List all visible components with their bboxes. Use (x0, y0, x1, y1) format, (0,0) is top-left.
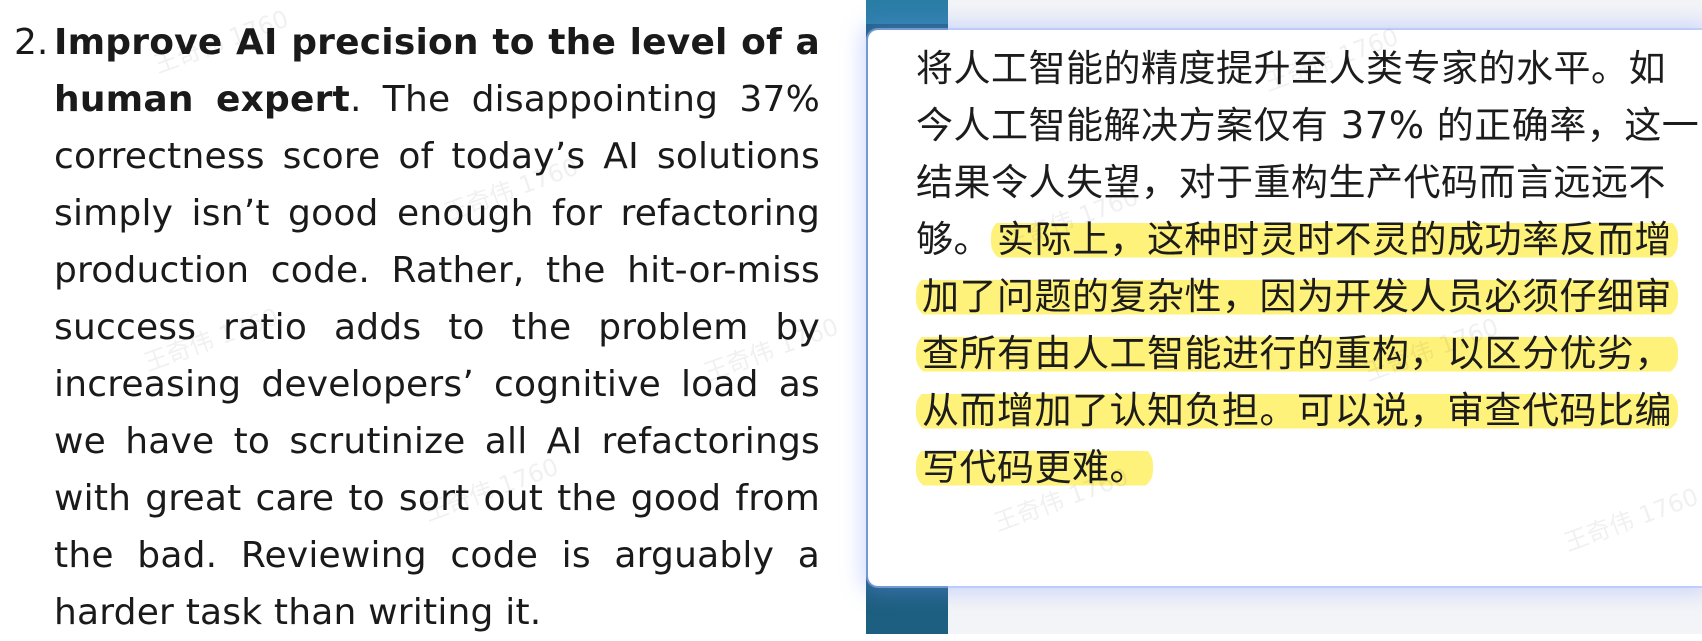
chinese-translation-paragraph: 将人工智能的精度提升至人类专家的水平。如今人工智能解决方案仅有 37% 的正确率… (916, 40, 1702, 496)
divider-strip-cap (866, 0, 948, 24)
english-article-panel: 2. Improve AI precision to the level of … (0, 0, 870, 634)
translation-highlighted-text: 实际上，这种时灵时不灵的成功率反而增加了问题的复杂性，因为开发人员必须仔细审查所… (916, 218, 1678, 489)
body-text: . The disappointing 37% correctness scor… (54, 79, 820, 633)
list-item-number: 2. (14, 22, 49, 63)
english-paragraph: Improve AI precision to the level of a h… (54, 14, 820, 641)
translation-popup-card[interactable]: 将人工智能的精度提升至人类专家的水平。如今人工智能解决方案仅有 37% 的正确率… (868, 30, 1702, 586)
